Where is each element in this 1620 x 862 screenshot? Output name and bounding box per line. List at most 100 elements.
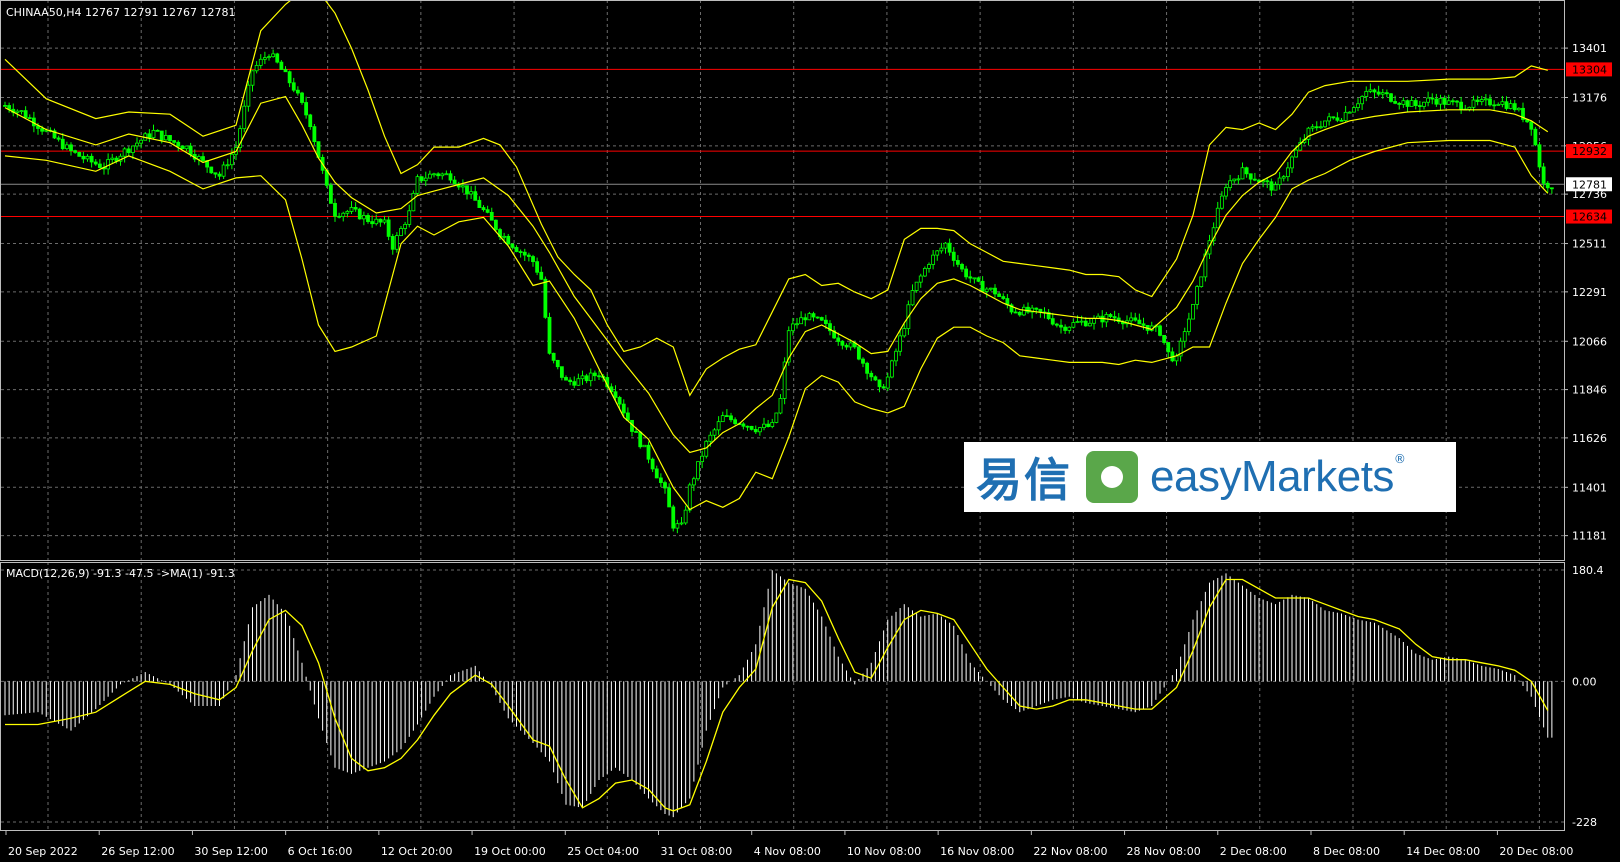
candle-body (1533, 128, 1538, 146)
candle-body (77, 151, 82, 157)
candle-body (1244, 167, 1249, 175)
candle-body (803, 317, 808, 321)
candle-body (1488, 98, 1492, 106)
candle-body (1537, 144, 1542, 168)
candle-body (97, 163, 102, 168)
candle-body (386, 219, 391, 237)
candle-body (592, 372, 597, 377)
candle-body (1232, 178, 1237, 182)
y-tick-label: 11626 (1572, 432, 1607, 445)
candle-body (1541, 166, 1546, 184)
candle-body (1483, 98, 1488, 101)
x-tick-label: 31 Oct 08:00 (660, 845, 732, 858)
candle-body (1389, 93, 1393, 102)
candle-body (572, 381, 577, 386)
candle-body (1252, 178, 1257, 181)
candle-body (729, 415, 733, 421)
macd-y-tick-label: -228 (1572, 816, 1597, 829)
candle-body (856, 346, 861, 360)
candle-body (1141, 323, 1146, 326)
candle-body (188, 145, 193, 155)
candle-body (477, 199, 482, 208)
candle-body (634, 431, 639, 433)
candle-body (621, 403, 626, 414)
candle-body (122, 148, 127, 157)
candle-body (1071, 322, 1076, 328)
candle-body (696, 461, 700, 480)
macd-y-tick-label: 0.00 (1572, 675, 1597, 688)
candle-body (840, 341, 845, 346)
candle-body (485, 209, 490, 213)
candle-body (543, 278, 548, 318)
candle-body (1426, 97, 1431, 103)
candle-body (568, 379, 573, 382)
candle-body (943, 242, 948, 249)
candle-body (720, 415, 725, 423)
candle-body (1013, 311, 1018, 314)
candle-body (1335, 117, 1340, 121)
candle-body (225, 164, 230, 167)
candle-body (345, 211, 350, 214)
candle-body (988, 287, 993, 290)
macd-y-tick-label: 180.4 (1572, 564, 1604, 577)
candle-body (1438, 97, 1443, 105)
candle-body (1191, 303, 1195, 320)
candle-body (1310, 126, 1315, 129)
candle-body (1434, 98, 1439, 105)
candle-body (927, 264, 931, 269)
candle-body (415, 176, 420, 194)
candle-body (774, 412, 779, 423)
candle-body (163, 135, 168, 141)
candle-body (1219, 195, 1224, 209)
x-tick-label: 2 Dec 08:00 (1220, 845, 1287, 858)
x-tick-label: 20 Sep 2022 (8, 845, 78, 858)
candle-body (1413, 100, 1418, 106)
candle-body (40, 128, 45, 132)
candle-body (811, 313, 816, 318)
candle-body (19, 110, 24, 113)
candle-body (312, 126, 317, 143)
y-tick-label: 13401 (1572, 42, 1607, 55)
candle-body (267, 56, 271, 59)
x-tick-label: 20 Dec 08:00 (1499, 845, 1573, 858)
candle-body (73, 150, 78, 153)
candle-body (440, 173, 445, 177)
candle-body (1318, 126, 1323, 129)
candle-body (1137, 319, 1142, 325)
candle-body (184, 145, 189, 150)
candle-body (1294, 149, 1299, 158)
candle-body (526, 254, 531, 257)
candle-body (1034, 307, 1039, 310)
x-tick-label: 8 Dec 08:00 (1313, 845, 1380, 858)
candle-body (588, 372, 593, 382)
candle-body (506, 235, 511, 245)
candle-body (56, 137, 61, 140)
candle-body (997, 293, 1002, 297)
candle-body (889, 360, 894, 378)
candle-body (394, 235, 399, 250)
candle-body (522, 251, 527, 256)
candle-body (1516, 107, 1521, 111)
x-tick-label: 28 Nov 08:00 (1127, 845, 1201, 858)
candle-body (807, 313, 812, 321)
candle-body (922, 268, 927, 277)
candle-body (687, 484, 692, 511)
candle-body (757, 427, 762, 433)
candle-body (1450, 100, 1455, 103)
candle-body (1397, 102, 1402, 105)
candle-body (844, 344, 849, 348)
candle-body (877, 379, 882, 388)
candle-body (15, 110, 20, 113)
candle-body (1384, 92, 1389, 95)
candle-body (1087, 322, 1092, 327)
candle-body (1368, 89, 1373, 92)
candle-body (869, 372, 874, 378)
candle-body (1063, 326, 1068, 331)
candle-body (918, 275, 923, 283)
candle-body (894, 350, 898, 362)
candle-body (3, 105, 7, 107)
candle-body (1021, 306, 1026, 316)
candle-body (1393, 101, 1398, 104)
candle-body (23, 110, 28, 119)
y-tick-label: 13176 (1572, 92, 1607, 105)
